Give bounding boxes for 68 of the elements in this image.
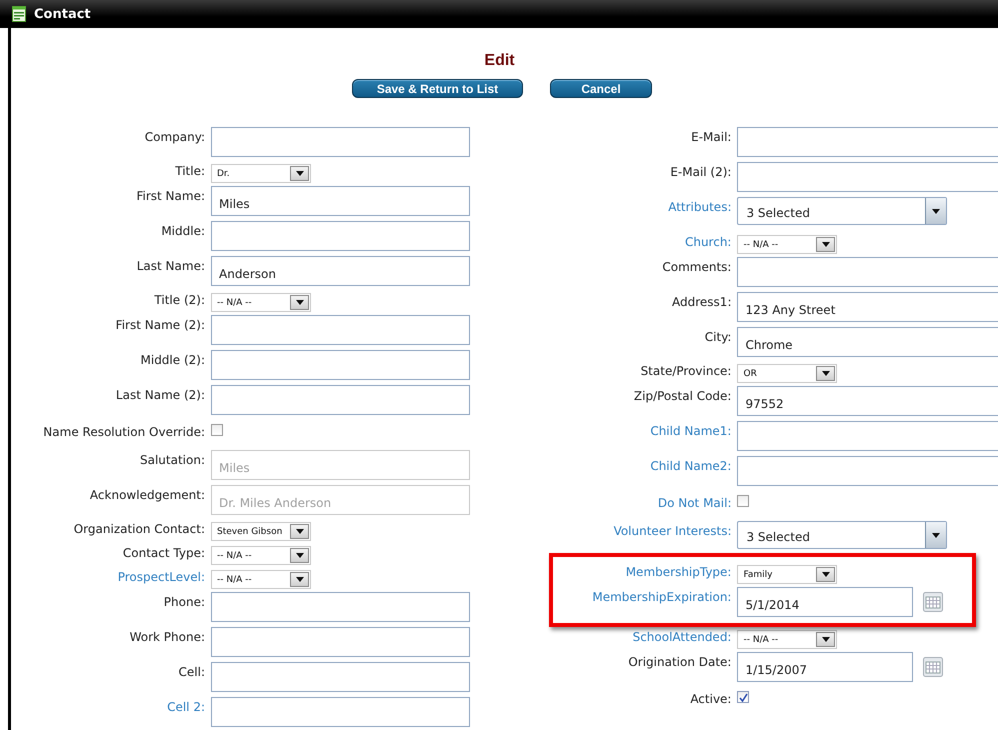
calendar-icon[interactable] [923,657,944,677]
field-label: Contact Type: [122,545,205,560]
checkbox[interactable] [737,691,750,703]
field-label[interactable]: ProspectLevel: [11,568,205,584]
field-label[interactable]: Child Name1: [539,421,732,438]
field-label: Last Name: [136,258,205,273]
field-label: Comments: [661,259,732,274]
input-field[interactable] [211,221,470,251]
window-title: Contact [34,6,91,22]
field-label[interactable]: Attributes: [539,197,732,214]
input-field[interactable]: Chrome [737,327,998,357]
input-field[interactable]: 97552 [737,386,998,416]
input-field[interactable] [737,162,998,192]
input-field[interactable] [211,385,470,415]
input-field[interactable]: Anderson [211,256,470,286]
field-label: First Name: [135,188,205,203]
field-label: E-Mail (2): [669,164,732,179]
input-field[interactable] [737,257,998,287]
input-field[interactable] [737,456,998,486]
field-label: Organization Contact: [72,521,205,536]
field-label: Title: [174,163,205,178]
save-button[interactable]: Save & Return to List [352,79,523,98]
field-label: Company: [144,129,205,144]
field-label: Name Resolution Override: [42,424,205,439]
field-label: E-Mail: [690,129,732,144]
field-label: Active: [689,691,732,706]
field-label: Work Phone: [128,629,205,644]
field-label[interactable]: Child Name2: [539,456,732,473]
field-label: First Name (2): [114,317,205,332]
field-label: Zip/Postal Code: [632,388,732,403]
input-field[interactable] [211,627,470,657]
input-field[interactable] [737,421,998,451]
cancel-button[interactable]: Cancel [550,79,652,98]
input-field[interactable]: 123 Any Street [737,292,998,322]
field-label: Middle: [160,223,205,238]
checkbox[interactable] [211,424,223,436]
field-label: Title (2): [153,292,205,307]
calendar-icon[interactable] [923,592,944,612]
field-label: City: [704,329,732,344]
field-label[interactable]: Church: [539,233,732,249]
page-heading: Edit [483,52,516,71]
input-field[interactable]: Miles [211,186,470,216]
field-label: Cell: [178,664,205,679]
field-label[interactable]: Cell 2: [11,697,205,714]
input-field[interactable] [211,662,470,692]
input-field[interactable] [211,350,470,380]
field-label[interactable]: Do Not Mail: [539,491,732,510]
field-label: Phone: [162,594,205,609]
notepad-icon [12,6,26,22]
field-label: Salutation: [139,452,205,467]
input-field[interactable] [211,697,470,727]
field-label[interactable]: SchoolAttended: [539,628,732,644]
date-field[interactable]: 5/1/2014 [737,587,914,617]
field-label[interactable]: Volunteer Interests: [539,521,732,538]
field-label: Origination Date: [627,654,732,669]
field-label: Last Name (2): [114,387,205,402]
input-field[interactable] [211,592,470,622]
input-field[interactable] [211,127,470,157]
checkbox[interactable] [737,495,750,507]
field-label: Address1: [671,294,732,309]
field-label: Middle (2): [140,352,205,367]
field-label: Acknowledgement: [88,487,205,502]
input-field[interactable] [737,127,998,157]
field-label[interactable]: MembershipExpiration: [539,587,732,604]
date-field[interactable]: 1/15/2007 [737,652,914,682]
field-label: State/Province: [640,363,732,378]
input-field[interactable] [211,315,470,345]
field-label[interactable]: MembershipType: [539,563,732,579]
